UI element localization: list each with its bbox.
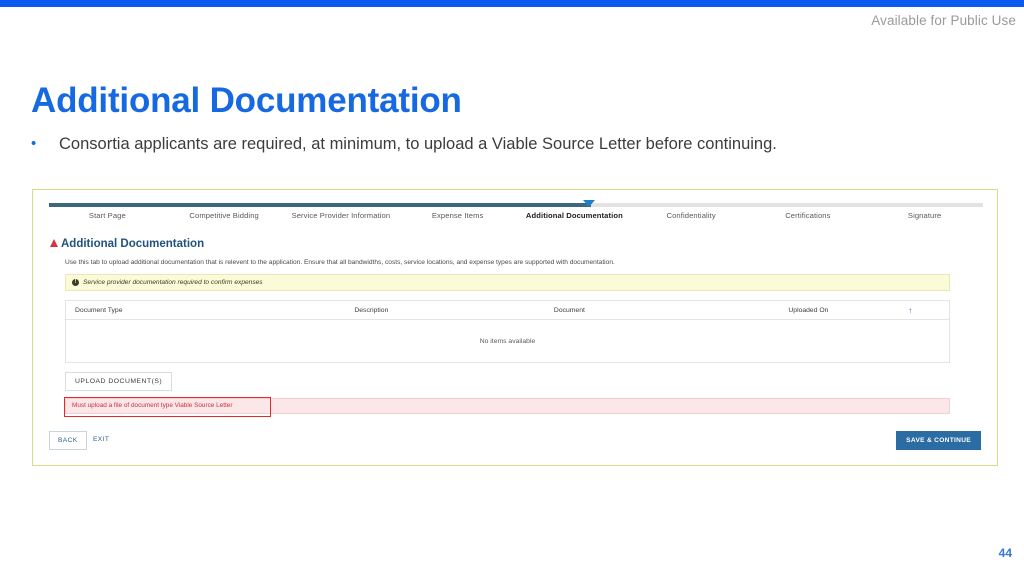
bullet-list: • Consortia applicants are required, at … [31,133,991,155]
stepper-step-service-provider-information[interactable]: Service Provider Information [283,211,400,220]
stepper-step-list: Start Page Competitive Bidding Service P… [49,211,983,220]
stepper-step-competitive-bidding[interactable]: Competitive Bidding [166,211,283,220]
info-circle-icon: ! [72,279,79,286]
warning-triangle-icon [50,239,58,247]
annotation-highlight-box [64,397,271,417]
slide-page-number: 44 [998,546,1012,560]
validation-error-banner: Must upload a file of document type Viab… [64,397,950,417]
empty-state-message: No items available [479,337,536,345]
bullet-marker-icon: • [31,135,37,152]
progress-stepper: Start Page Competitive Bidding Service P… [49,200,983,232]
stepper-step-certifications[interactable]: Certifications [750,211,867,220]
top-accent-bar [0,0,1024,7]
save-and-continue-button[interactable]: SAVE & CONTINUE [896,431,981,450]
app-content: Start Page Competitive Bidding Service P… [49,200,983,417]
stepper-step-confidentiality[interactable]: Confidentiality [633,211,750,220]
back-button[interactable]: BACK [49,431,87,450]
column-header-document[interactable]: Document [545,307,779,314]
stepper-step-additional-documentation[interactable]: Additional Documentation [516,211,633,220]
progress-fill [49,203,591,207]
section-header: Additional Documentation [50,238,983,250]
table-header-row: Document Type Description Document Uploa… [66,301,949,320]
progress-marker-icon [583,200,596,207]
table-body: No items available [66,320,949,362]
column-header-document-type[interactable]: Document Type [66,307,345,314]
notice-banner: ! Service provider documentation require… [65,274,950,291]
progress-track [49,203,983,207]
page-title: Additional Documentation [31,81,462,121]
stepper-step-expense-items[interactable]: Expense Items [399,211,516,220]
section-description: Use this tab to upload additional docume… [65,259,615,266]
stepper-step-start-page[interactable]: Start Page [49,211,166,220]
upload-documents-button[interactable]: UPLOAD DOCUMENT(S) [65,372,173,391]
sort-ascending-icon[interactable]: ↑ [899,306,949,315]
public-use-label: Available for Public Use [871,13,1016,28]
column-header-uploaded-on[interactable]: Uploaded On [779,307,899,314]
stepper-step-signature[interactable]: Signature [866,211,983,220]
column-header-description[interactable]: Description [345,307,545,314]
bullet-item-text: Consortia applicants are required, at mi… [59,135,777,153]
notice-text: Service provider documentation required … [83,279,263,286]
screenshot-panel: Start Page Competitive Bidding Service P… [32,189,998,466]
form-footer: BACK EXIT SAVE & CONTINUE [49,431,981,450]
section-title: Additional Documentation [61,238,205,250]
documents-table: Document Type Description Document Uploa… [65,300,950,363]
exit-button[interactable]: EXIT [93,436,109,443]
